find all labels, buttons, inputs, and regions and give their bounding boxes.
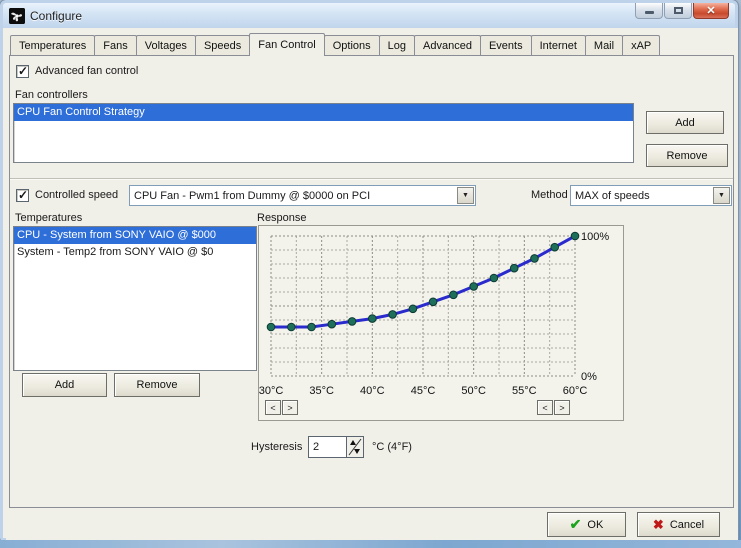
dialog-client-area: Temperatures Fans Voltages Speeds Fan Co…: [6, 28, 738, 541]
controlled-speed-label: Controlled speed: [35, 189, 118, 201]
ok-button[interactable]: ✔ OK: [547, 512, 626, 537]
response-curve-chart[interactable]: 100% 0% 30°C 35°C 40°C 45°C 50°C 55°C 60°C: [259, 226, 623, 420]
speedfan-app-icon: [9, 8, 25, 24]
fan-controller-add-button[interactable]: Add: [646, 111, 724, 134]
window-title: Configure: [30, 9, 82, 23]
method-combobox[interactable]: MAX of speeds ▼: [570, 185, 732, 206]
hysteresis-label: Hysteresis: [251, 441, 302, 453]
minimize-icon: [645, 11, 654, 14]
svg-text:40°C: 40°C: [360, 385, 385, 397]
response-label: Response: [257, 212, 307, 224]
svg-text:50°C: 50°C: [461, 385, 486, 397]
right-arrow-button[interactable]: >: [554, 400, 570, 415]
spin-updown-icon[interactable]: [346, 437, 363, 457]
chevron-down-icon[interactable]: ▼: [457, 187, 474, 204]
method-value: MAX of speeds: [575, 190, 650, 202]
desktop: Configure ✕ Temperatures Fans Voltages S…: [0, 0, 741, 548]
close-button[interactable]: ✕: [693, 3, 729, 19]
temperatures-label: Temperatures: [15, 212, 82, 224]
response-chart-panel: 100% 0% 30°C 35°C 40°C 45°C 50°C 55°C 60°C < > <…: [258, 225, 624, 421]
svg-text:60°C: 60°C: [563, 385, 588, 397]
tab-mail[interactable]: Mail: [585, 35, 623, 55]
tab-internet[interactable]: Internet: [531, 35, 586, 55]
fan-control-tab-page: Advanced fan control Fan controllers CPU…: [9, 55, 734, 508]
tab-advanced[interactable]: Advanced: [414, 35, 481, 55]
svg-text:45°C: 45°C: [411, 385, 436, 397]
maximize-icon: [674, 7, 683, 14]
controlled-speed-checkbox[interactable]: [16, 189, 29, 202]
chevron-down-icon[interactable]: ▼: [713, 187, 730, 204]
close-icon: ✕: [706, 4, 715, 17]
tab-fans[interactable]: Fans: [94, 35, 136, 55]
check-icon: ✔: [570, 516, 582, 533]
cancel-button-label: Cancel: [670, 519, 704, 531]
ok-button-label: OK: [587, 519, 603, 531]
left-arrow-button[interactable]: <: [537, 400, 553, 415]
left-arrow-button[interactable]: <: [265, 400, 281, 415]
tab-temperatures[interactable]: Temperatures: [10, 35, 95, 55]
configure-window: Configure ✕ Temperatures Fans Voltages S…: [0, 0, 738, 541]
controlled-speed-value: CPU Fan - Pwm1 from Dummy @ $0000 on PCI: [134, 190, 370, 202]
svg-text:30°C: 30°C: [259, 385, 283, 397]
method-label: Method: [531, 189, 568, 201]
tab-strip: Temperatures Fans Voltages Speeds Fan Co…: [10, 32, 734, 55]
tab-voltages[interactable]: Voltages: [136, 35, 196, 55]
tab-xap[interactable]: xAP: [622, 35, 660, 55]
list-item[interactable]: System - Temp2 from SONY VAIO @ $0: [14, 244, 256, 261]
fan-controller-remove-button[interactable]: Remove: [646, 144, 728, 167]
fan-controllers-list[interactable]: CPU Fan Control Strategy: [13, 103, 634, 163]
temperatures-list[interactable]: CPU - System from SONY VAIO @ $000 Syste…: [13, 226, 257, 371]
x-max-adjust: < >: [537, 400, 571, 415]
tab-options[interactable]: Options: [324, 35, 380, 55]
titlebar[interactable]: Configure ✕: [3, 3, 735, 28]
x-icon: ✖: [653, 517, 664, 533]
desktop-taskbar-strip: [0, 540, 741, 548]
cancel-button[interactable]: ✖ Cancel: [637, 512, 720, 537]
list-item[interactable]: CPU Fan Control Strategy: [14, 104, 633, 121]
controlled-speed-combobox[interactable]: CPU Fan - Pwm1 from Dummy @ $0000 on PCI…: [129, 185, 476, 206]
list-item[interactable]: CPU - System from SONY VAIO @ $000: [14, 227, 256, 244]
hysteresis-spinedit[interactable]: 2: [308, 436, 364, 458]
advanced-fan-control-label: Advanced fan control: [35, 65, 138, 77]
section-divider: [10, 178, 733, 180]
x-min-adjust: < >: [265, 400, 299, 415]
hysteresis-value: 2: [309, 441, 346, 453]
hysteresis-unit: °C (4°F): [372, 441, 412, 453]
right-arrow-button[interactable]: >: [282, 400, 298, 415]
maximize-button[interactable]: [664, 3, 692, 19]
tab-speeds[interactable]: Speeds: [195, 35, 250, 55]
svg-text:35°C: 35°C: [309, 385, 334, 397]
minimize-button[interactable]: [635, 3, 663, 19]
window-controls: ✕: [634, 3, 729, 19]
temperature-add-button[interactable]: Add: [22, 373, 107, 397]
svg-text:100%: 100%: [581, 231, 609, 243]
tab-fan-control[interactable]: Fan Control: [249, 33, 324, 56]
advanced-fan-control-checkbox[interactable]: [16, 65, 29, 78]
tab-log[interactable]: Log: [379, 35, 415, 55]
svg-text:55°C: 55°C: [512, 385, 537, 397]
tab-events[interactable]: Events: [480, 35, 532, 55]
temperature-remove-button[interactable]: Remove: [114, 373, 200, 397]
svg-text:0%: 0%: [581, 371, 597, 383]
fan-controllers-label: Fan controllers: [15, 89, 88, 101]
